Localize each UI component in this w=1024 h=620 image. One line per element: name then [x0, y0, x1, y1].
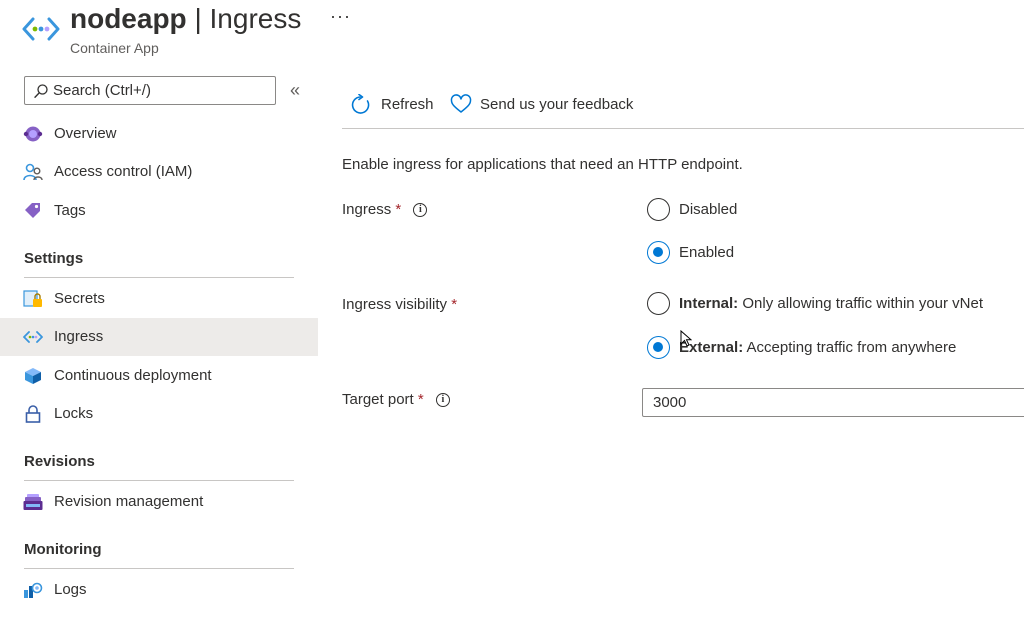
sidebar-item-locks[interactable]: Locks — [0, 395, 318, 433]
radio-label: Enabled — [679, 244, 735, 261]
lock-icon — [25, 405, 41, 423]
sidebar-item-revision-management[interactable]: Revision management — [0, 483, 318, 521]
more-options-button[interactable]: ··· — [330, 6, 351, 27]
radio-label: Internal: Only allowing traffic within y… — [679, 295, 983, 312]
overview-icon — [23, 126, 43, 142]
sidebar-item-secrets[interactable]: Secrets — [0, 280, 318, 318]
revision-icon — [23, 494, 43, 510]
sidebar-item-label: Logs — [54, 581, 87, 598]
ingress-description: Enable ingress for applications that nee… — [342, 156, 743, 173]
visibility-internal-radio[interactable]: Internal: Only allowing traffic within y… — [647, 292, 1017, 316]
info-icon[interactable]: i — [413, 203, 428, 218]
page-header: nodeapp | Ingress Container App ··· — [0, 0, 1024, 66]
required-asterisk: * — [417, 391, 424, 408]
heart-icon — [450, 94, 472, 113]
sidebar-item-ingress[interactable]: Ingress — [0, 318, 318, 356]
required-asterisk: * — [451, 296, 458, 313]
ingress-disabled-radio[interactable]: Disabled — [647, 198, 767, 222]
secrets-icon — [23, 290, 42, 307]
collapse-sidebar-button[interactable]: « — [290, 80, 300, 101]
sidebar-item-logs[interactable]: Logs — [0, 571, 318, 609]
section-revisions-heading: Revisions — [24, 453, 95, 470]
refresh-icon — [351, 94, 370, 114]
radio-circle[interactable] — [647, 198, 670, 221]
page-title: nodeapp | Ingress — [70, 3, 301, 35]
app-name: nodeapp — [70, 3, 187, 34]
radio-label: Disabled — [679, 201, 738, 218]
target-port-field-label: Target port * i — [342, 391, 450, 408]
radio-label-text: Accepting traffic from anywhere — [743, 339, 957, 356]
ingress-visibility-label-text: Ingress visibility — [342, 296, 448, 313]
ingress-label-text: Ingress — [342, 201, 392, 218]
section-monitoring-heading: Monitoring — [24, 541, 102, 558]
toolbar-divider — [342, 128, 1024, 129]
radio-circle[interactable] — [647, 336, 670, 359]
ingress-enabled-radio[interactable]: Enabled — [647, 241, 767, 265]
title-separator: | — [194, 3, 202, 34]
radio-label-bold: Internal: — [679, 295, 739, 312]
container-app-icon — [22, 17, 60, 41]
sidebar-item-label: Ingress — [54, 328, 104, 345]
section-divider — [24, 277, 294, 278]
tag-icon — [25, 203, 40, 218]
page-subtitle: Container App — [70, 40, 159, 56]
radio-circle[interactable] — [647, 292, 670, 315]
sidebar-item-continuous-deployment[interactable]: Continuous deployment — [0, 357, 318, 395]
sidebar-item-label: Tags — [54, 202, 86, 219]
feedback-button[interactable]: Send us your feedback — [450, 92, 650, 118]
sidebar-item-label: Overview — [54, 125, 117, 142]
search-input[interactable] — [53, 80, 271, 101]
ingress-icon — [23, 331, 43, 343]
sidebar-item-label: Continuous deployment — [54, 367, 212, 384]
logs-icon — [24, 582, 43, 598]
ingress-field-label: Ingress * i — [342, 201, 428, 218]
sidebar-item-overview[interactable]: Overview — [0, 115, 318, 153]
feedback-label: Send us your feedback — [480, 96, 634, 113]
sidebar-item-access-control[interactable]: Access control (IAM) — [0, 153, 318, 191]
cube-icon — [25, 368, 41, 384]
refresh-label: Refresh — [381, 96, 434, 113]
refresh-button[interactable]: Refresh — [350, 92, 440, 118]
radio-label: External: Accepting traffic from anywher… — [679, 339, 956, 356]
section-divider — [24, 480, 294, 481]
sidebar-item-label: Secrets — [54, 290, 105, 307]
page-name: Ingress — [209, 3, 302, 34]
section-divider — [24, 568, 294, 569]
sidebar-item-tags[interactable]: Tags — [0, 192, 318, 230]
info-icon[interactable]: i — [435, 393, 450, 408]
search-icon — [34, 84, 48, 98]
visibility-external-radio[interactable]: External: Accepting traffic from anywher… — [647, 336, 987, 360]
sidebar-item-label: Locks — [54, 405, 94, 422]
sidebar-item-label: Revision management — [54, 493, 204, 510]
target-port-label-text: Target port — [342, 391, 414, 408]
radio-label-text: Only allowing traffic within your vNet — [738, 295, 984, 312]
mouse-cursor-icon — [680, 330, 692, 347]
section-settings-heading: Settings — [24, 250, 84, 267]
target-port-input[interactable] — [642, 388, 1024, 417]
ingress-visibility-field-label: Ingress visibility * — [342, 296, 457, 313]
sidebar-search[interactable] — [24, 76, 276, 105]
required-asterisk: * — [395, 201, 402, 218]
iam-people-icon — [23, 163, 43, 181]
radio-circle[interactable] — [647, 241, 670, 264]
sidebar-item-label: Access control (IAM) — [54, 163, 193, 180]
